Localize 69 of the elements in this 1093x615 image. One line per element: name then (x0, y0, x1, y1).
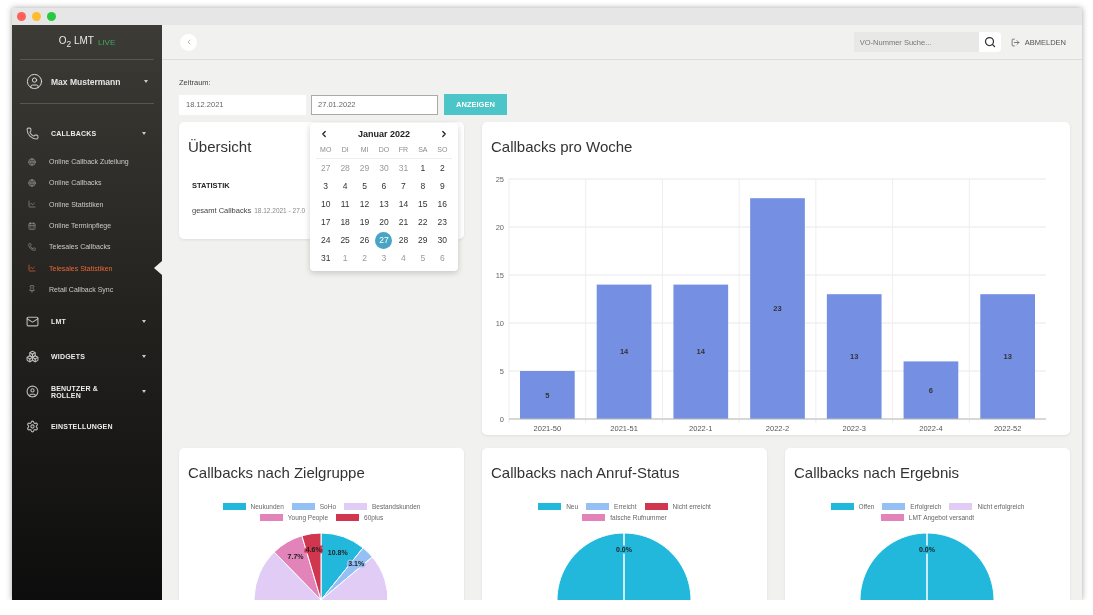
calendar-day[interactable]: 4 (335, 177, 355, 195)
calendar-day[interactable]: 5 (354, 177, 375, 195)
calendar-day[interactable]: 23 (432, 213, 452, 231)
calendar-day[interactable]: 25 (335, 231, 355, 249)
card-title: Callbacks nach Zielgruppe (187, 463, 366, 481)
calendar-day[interactable]: 12 (354, 195, 375, 213)
next-month-button[interactable] (439, 129, 449, 139)
logo-text: O$_{2}$ LMT (58, 35, 94, 49)
calendar-day[interactable]: 26 (354, 231, 375, 249)
search-button[interactable] (978, 32, 1001, 52)
line-chart-icon (28, 200, 36, 209)
user-icon (26, 385, 39, 399)
caret-icon (142, 355, 146, 359)
calendar-day[interactable]: 14 (393, 195, 414, 213)
caret-icon (142, 390, 146, 394)
window-control[interactable] (32, 12, 41, 21)
calendar-day[interactable]: 3 (316, 177, 336, 195)
phone-icon (26, 127, 39, 140)
calendar-day[interactable]: 13 (374, 195, 394, 213)
calendar-day[interactable]: 2 (432, 159, 452, 177)
calendar-day[interactable]: 10 (316, 195, 336, 213)
card-title: Callbacks nach Anruf-Status (490, 463, 681, 481)
avatar-icon (26, 73, 43, 90)
phone-icon (28, 242, 36, 251)
search-icon (983, 36, 996, 48)
calendar-day[interactable]: 16 (432, 195, 452, 213)
calendar-day[interactable]: 20 (374, 213, 394, 231)
calendar-day[interactable]: 11 (335, 195, 355, 213)
calendar-day[interactable]: 7 (393, 177, 414, 195)
caret-icon (144, 80, 148, 83)
chevron-right-icon (439, 129, 449, 139)
caret-icon (142, 320, 146, 324)
pin-icon (28, 285, 36, 294)
user-menu[interactable]: Max Mustermann (20, 60, 154, 104)
calendar-day[interactable]: 18 (335, 213, 355, 231)
card-title: Callbacks pro Woche (490, 137, 634, 155)
boxes-icon (26, 350, 39, 364)
logout-icon (1010, 37, 1020, 47)
previous-month-button[interactable] (319, 129, 329, 139)
bar (903, 361, 959, 419)
calendar-day[interactable]: 24 (316, 231, 336, 249)
calendar-day[interactable]: 29 (413, 231, 433, 249)
live-label: LIVE (97, 37, 116, 47)
globe-icon (28, 178, 36, 187)
calendar-day[interactable]: 21 (393, 213, 414, 231)
calendar-day[interactable]: 31 (316, 249, 336, 267)
globe-icon (28, 157, 36, 166)
mail-icon (26, 315, 39, 329)
window-control[interactable] (17, 12, 26, 21)
calendar-day[interactable]: 22 (413, 213, 433, 231)
bar (520, 371, 575, 419)
window-control[interactable] (47, 12, 56, 21)
chevron-left-icon (319, 129, 329, 139)
card-title: Callbacks nach Ergebnis (793, 463, 961, 481)
calendar-day[interactable]: 9 (432, 177, 452, 195)
calendar-day[interactable]: 19 (354, 213, 375, 231)
calendar-day[interactable]: 6 (374, 177, 394, 195)
calendar-day[interactable]: 30 (432, 231, 452, 249)
caret-icon (142, 132, 146, 135)
settings-icon (26, 420, 39, 434)
calendar-day[interactable]: 1 (413, 159, 433, 177)
calendar-icon (28, 221, 36, 230)
calendar-day[interactable]: 15 (413, 195, 433, 213)
calendar-day[interactable]: 28 (393, 231, 414, 249)
calendar-day[interactable]: 8 (413, 177, 433, 195)
month-title: Januar 2022 (357, 129, 410, 139)
calendar-day[interactable]: 17 (316, 213, 336, 231)
line-chart-icon (28, 264, 36, 273)
card-title: Übersicht (187, 137, 253, 155)
